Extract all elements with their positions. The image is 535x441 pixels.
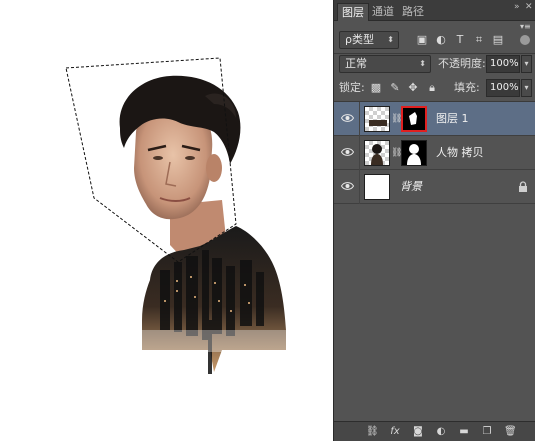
lock-label: 锁定: [339, 81, 365, 94]
lock-paint-icon[interactable]: ✎ [389, 82, 401, 94]
opacity-label: 不透明度: [438, 57, 486, 70]
document-canvas[interactable] [0, 0, 333, 441]
opacity-field[interactable]: 100% [486, 55, 520, 73]
city-buildings [160, 250, 264, 374]
ear-shape [206, 154, 222, 182]
filter-toggle[interactable] [520, 35, 530, 45]
layer-name[interactable]: 图层 1 [436, 111, 469, 127]
visibility-toggle[interactable] [334, 170, 360, 204]
eye-icon [341, 148, 354, 156]
add-mask-icon[interactable]: ◙ [412, 426, 424, 438]
new-group-icon[interactable]: ▬ [458, 426, 470, 438]
layer-row-person-copy[interactable]: ⛓ 人物 拷贝 [334, 136, 535, 170]
layer-mask-thumbnail[interactable] [401, 106, 427, 132]
layer-row-layer1[interactable]: ⛓ 图层 1 [334, 102, 535, 136]
visibility-toggle[interactable] [334, 102, 360, 136]
fx-icon[interactable]: fx [389, 426, 401, 438]
tab-layers[interactable]: 图层 [337, 3, 369, 21]
layer-mask-thumbnail[interactable] [401, 140, 427, 166]
opacity-dropdown-icon[interactable]: ▾ [521, 55, 532, 73]
blend-mode-select[interactable]: 正常 ⬍ [339, 55, 431, 73]
lock-position-icon[interactable]: ✥ [407, 82, 419, 94]
adjustment-filter-icon[interactable]: ◐ [435, 34, 447, 46]
composite-image [65, 57, 288, 374]
visibility-toggle[interactable] [334, 136, 360, 170]
chain-link-icon[interactable]: ⛓ [391, 114, 402, 125]
filter-kind-select[interactable]: ρ类型 ⬍ [339, 31, 399, 49]
tab-paths[interactable]: 路径 [398, 3, 428, 21]
image-filter-icon[interactable]: ▣ [416, 34, 428, 46]
fill-dropdown-icon[interactable]: ▾ [521, 79, 532, 97]
lock-transparent-icon[interactable]: ▩ [370, 82, 382, 94]
shape-filter-icon[interactable]: ⌗ [473, 34, 485, 46]
close-icon[interactable]: ✕ [525, 2, 533, 12]
layer-thumbnail[interactable] [364, 140, 390, 166]
layer-name[interactable]: 人物 拷贝 [436, 145, 484, 161]
tab-channels[interactable]: 通道 [368, 3, 398, 21]
panel-menu-icon[interactable]: ▾≡ [520, 22, 531, 31]
eye-icon [341, 114, 354, 122]
fill-field[interactable]: 100% [486, 79, 520, 97]
chain-link-icon[interactable]: ⛓ [391, 148, 402, 159]
delete-layer-icon[interactable]: 🗑︎ [504, 426, 517, 438]
layer-name[interactable]: 背景 [400, 179, 422, 195]
panel-tab-bar: 图层 通道 路径 » ✕ [334, 0, 535, 21]
new-layer-icon[interactable]: ❐ [481, 426, 493, 438]
layer-thumbnail[interactable] [364, 174, 390, 200]
type-filter-icon[interactable]: T [454, 34, 466, 46]
layer-thumbnail[interactable] [364, 106, 390, 132]
link-layers-icon[interactable]: ⛓ [366, 426, 379, 438]
layers-panel: 图层 通道 路径 » ✕ ▾≡ ρ类型 ⬍ ▣ ◐ T ⌗ ▤ 正常 ⬍ 不透明度:… [333, 0, 535, 441]
lock-all-icon[interactable]: 🔒︎ [426, 82, 438, 94]
eye-icon [341, 182, 354, 190]
smart-object-filter-icon[interactable]: ▤ [492, 34, 504, 46]
lock-icon [519, 181, 527, 192]
collapse-icon[interactable]: » [514, 2, 520, 12]
fill-label: 填充: [454, 81, 480, 94]
layer-row-background[interactable]: 背景 [334, 170, 535, 204]
panel-footer: ⛓ fx ◙ ◐ ▬ ❐ 🗑︎ [334, 421, 535, 441]
adjustment-layer-icon[interactable]: ◐ [435, 426, 447, 438]
